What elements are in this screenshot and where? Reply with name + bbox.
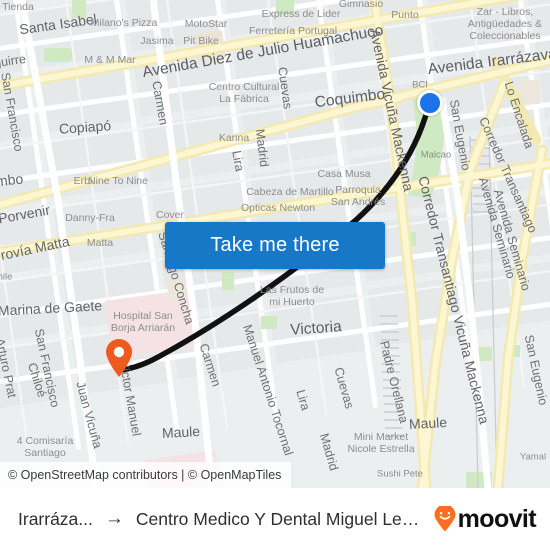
moovit-logo[interactable]: moovit — [433, 504, 537, 534]
destination-location-marker[interactable] — [104, 338, 134, 378]
route-destination-label[interactable]: Centro Medico Y Dental Miguel Leon Pr... — [136, 509, 423, 530]
arrow-right-icon: → — [104, 508, 124, 529]
take-me-there-button[interactable]: Take me there — [165, 222, 385, 269]
map-attribution[interactable]: © OpenStreetMap contributors | © OpenMap… — [0, 462, 292, 488]
moovit-pin-icon — [434, 506, 456, 532]
origin-location-marker[interactable] — [417, 90, 443, 116]
route-summary-bar: Irarráza... → Centro Medico Y Dental Mig… — [0, 488, 550, 550]
map-canvas[interactable]: Tienda Santa Isabel Milano's Pizza MotoStar… — [0, 0, 550, 488]
route-origin-label[interactable]: Irarráza... — [18, 509, 93, 530]
moovit-map-screen: Tienda Santa Isabel Milano's Pizza MotoStar… — [0, 0, 550, 550]
map-pin-icon — [106, 339, 132, 377]
moovit-wordmark: moovit — [457, 504, 537, 533]
